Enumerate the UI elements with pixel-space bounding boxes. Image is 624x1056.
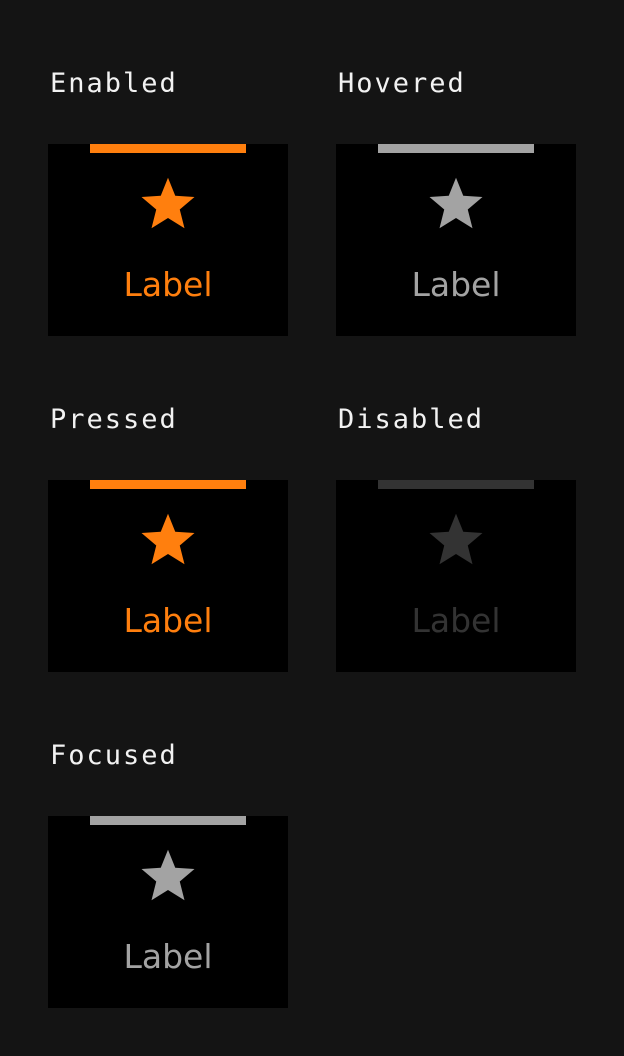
tab-label: Label xyxy=(123,265,213,304)
state-title-hovered: Hovered xyxy=(338,68,466,99)
tab-pressed[interactable]: Label xyxy=(48,480,288,672)
tab-label: Label xyxy=(411,601,501,640)
tab-enabled[interactable]: Label xyxy=(48,144,288,336)
tab-focused[interactable]: Label xyxy=(48,816,288,1008)
tab-indicator xyxy=(378,144,534,153)
star-icon xyxy=(425,174,487,234)
state-title-enabled: Enabled xyxy=(50,68,178,99)
star-icon xyxy=(425,510,487,570)
tab-hovered[interactable]: Label xyxy=(336,144,576,336)
star-icon xyxy=(137,510,199,570)
tab-indicator xyxy=(90,480,246,489)
star-icon xyxy=(137,846,199,906)
state-title-pressed: Pressed xyxy=(50,404,178,435)
tab-indicator xyxy=(90,144,246,153)
tab-indicator xyxy=(90,816,246,825)
tab-label: Label xyxy=(411,265,501,304)
tab-label: Label xyxy=(123,937,213,976)
tab-disabled: Label xyxy=(336,480,576,672)
state-title-focused: Focused xyxy=(50,740,178,771)
tab-indicator xyxy=(378,480,534,489)
star-icon xyxy=(137,174,199,234)
state-title-disabled: Disabled xyxy=(338,404,485,435)
tab-label: Label xyxy=(123,601,213,640)
